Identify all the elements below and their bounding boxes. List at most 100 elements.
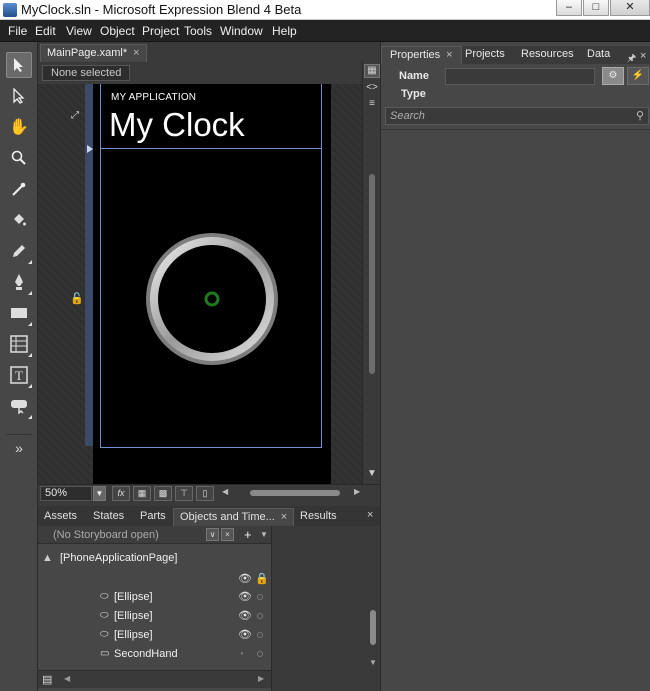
application-title[interactable]: MY APPLICATION [111, 92, 196, 103]
scroll-down-icon[interactable]: ▼ [369, 658, 377, 667]
scroll-left-icon[interactable]: ◀ [64, 674, 70, 683]
assets-tool[interactable] [6, 393, 32, 419]
selection-breadcrumb[interactable]: None selected [42, 65, 130, 81]
tab-data[interactable]: Data [579, 46, 618, 64]
inner-ellipse[interactable] [158, 245, 266, 353]
name-field[interactable] [445, 68, 595, 85]
rectangle-tool[interactable] [6, 300, 32, 326]
menu-help[interactable]: Help [272, 24, 297, 38]
horizontal-scroll-thumb[interactable] [250, 490, 340, 496]
menu-file[interactable]: File [8, 24, 27, 38]
layers-icon[interactable]: ▤ [42, 673, 52, 686]
pencil-tool[interactable] [6, 238, 32, 264]
objects-scrollbar[interactable]: ▼ [369, 540, 379, 670]
code-view-icon[interactable]: <> [364, 82, 380, 93]
row-marker-icon[interactable] [87, 145, 93, 153]
artboard[interactable]: MY APPLICATION My Clock ⤢ 🔓 [38, 84, 362, 484]
minimize-button[interactable]: – [556, 0, 582, 16]
grid-tool[interactable] [6, 331, 32, 357]
annotations-button[interactable]: ▯ [196, 486, 214, 501]
menu-object[interactable]: Object [100, 24, 135, 38]
zoom-level-field[interactable]: 50% [40, 486, 92, 501]
scroll-down-icon[interactable]: ▼ [364, 468, 380, 479]
selection-tool[interactable] [6, 52, 32, 78]
tab-properties[interactable]: Properties × [381, 46, 462, 64]
eye-icon[interactable]: 👁 [238, 609, 252, 622]
storyboard-menu-icon[interactable]: ∨ [206, 528, 219, 541]
tab-mainpage-xaml[interactable]: MainPage.xaml* × [40, 44, 147, 62]
lock-toggle-icon[interactable] [257, 594, 263, 600]
artboard-view-toggle-icon[interactable]: ▦ [364, 64, 380, 78]
effects-toggle-button[interactable]: fx [112, 486, 130, 501]
tree-root-item[interactable]: ▲ [PhoneApplicationPage] [38, 550, 271, 568]
lock-icon[interactable]: 🔒 [255, 572, 269, 585]
close-panel-icon[interactable]: × [640, 50, 646, 62]
direct-selection-tool[interactable] [6, 83, 32, 109]
paint-bucket-tool[interactable] [6, 207, 32, 233]
split-view-icon[interactable]: ≡ [364, 98, 380, 109]
maximize-button[interactable]: □ [583, 0, 609, 16]
tree-item-ellipse[interactable]: ⬭ [Ellipse] 👁 [38, 607, 271, 626]
tab-results[interactable]: Results [294, 508, 343, 526]
scroll-right-icon[interactable]: ▶ [354, 487, 360, 496]
close-tab-icon[interactable]: × [281, 511, 287, 523]
snap-to-snaplines-button[interactable]: ⊤ [175, 486, 193, 501]
show-grid-button[interactable]: ▦ [133, 486, 151, 501]
menu-window[interactable]: Window [220, 24, 263, 38]
page-title[interactable]: My Clock [109, 106, 245, 144]
eye-icon[interactable]: 👁 [238, 572, 252, 585]
zoom-tool[interactable] [6, 145, 32, 171]
lock-toggle-icon[interactable] [257, 613, 263, 619]
clock-face[interactable] [142, 229, 282, 369]
scroll-left-icon[interactable]: ◀ [222, 487, 228, 496]
close-button[interactable]: ✕ [610, 0, 650, 16]
tree-item-ellipse[interactable]: ⬭ [Ellipse] 👁 [38, 626, 271, 645]
close-tab-icon[interactable]: × [133, 47, 139, 59]
events-view-button[interactable]: ⚡ [627, 67, 649, 85]
tree-item-second-hand[interactable]: ▭ SecondHand ● [38, 645, 271, 664]
text-tool[interactable]: T [6, 362, 32, 388]
properties-view-button[interactable]: ⚙ [602, 67, 624, 85]
tree-item-ellipse[interactable]: ⬭ [Ellipse] 👁 [38, 588, 271, 607]
eyedropper-tool[interactable] [6, 176, 32, 202]
pen-tool[interactable] [6, 269, 32, 295]
eye-icon[interactable]: 👁 [238, 628, 252, 641]
close-panel-icon[interactable]: × [367, 509, 373, 521]
tab-states[interactable]: States [87, 508, 130, 526]
tab-resources[interactable]: Resources [513, 46, 582, 64]
tab-assets[interactable]: Assets [38, 508, 83, 526]
menu-edit[interactable]: Edit [35, 24, 56, 38]
more-tools-button[interactable]: » [6, 434, 32, 460]
lock-toggle-icon[interactable] [257, 632, 263, 638]
lock-toggle-icon[interactable] [257, 651, 263, 657]
close-tab-icon[interactable]: × [446, 49, 452, 61]
search-input[interactable] [390, 109, 630, 123]
menu-tools[interactable]: Tools [184, 24, 212, 38]
pan-tool[interactable]: ✋ [6, 114, 32, 140]
tab-objects-and-timeline[interactable]: Objects and Time... × [173, 508, 295, 526]
scroll-right-icon[interactable]: ▶ [258, 674, 264, 683]
eye-icon[interactable]: 👁 [238, 590, 252, 603]
tab-parts[interactable]: Parts [134, 508, 172, 526]
zoom-dropdown-icon[interactable]: ▼ [93, 486, 106, 501]
snap-to-grid-button[interactable]: ▩ [154, 486, 172, 501]
scroll-thumb[interactable] [370, 610, 376, 645]
scope-up-icon[interactable]: ▲ [42, 552, 53, 564]
menu-project[interactable]: Project [142, 24, 179, 38]
close-storyboard-icon[interactable]: × [221, 528, 234, 541]
resize-icon[interactable]: ⤢ [71, 110, 79, 121]
visibility-dot-icon[interactable]: ● [240, 651, 244, 657]
pin-icon[interactable]: 🖈 [627, 51, 636, 68]
property-search[interactable]: ⚲ [385, 107, 649, 125]
add-storyboard-icon[interactable]: + [244, 527, 252, 542]
artboard-horizontal-scrollbar[interactable]: ◀ ▶ [220, 487, 366, 499]
search-icon[interactable]: ⚲ [636, 109, 644, 122]
lock-icon[interactable]: 🔓 [70, 292, 84, 305]
timeline-area[interactable] [271, 526, 380, 691]
artboard-vertical-scrollbar[interactable]: ▦ <> ≡ ▼ [362, 62, 380, 484]
scroll-thumb[interactable] [369, 174, 375, 374]
tab-projects[interactable]: Projects [457, 46, 513, 64]
chevron-down-icon[interactable]: ▼ [260, 530, 268, 539]
storyboard-picker[interactable]: (No Storyboard open) ∨ × + ▼ [38, 526, 271, 544]
menu-view[interactable]: View [66, 24, 92, 38]
